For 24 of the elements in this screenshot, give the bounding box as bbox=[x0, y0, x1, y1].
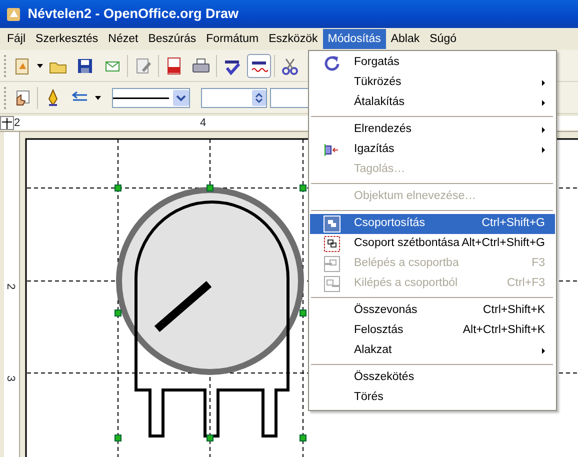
menu-item[interactable]: Fájl bbox=[2, 29, 31, 49]
menu-item[interactable]: Alakzat bbox=[310, 341, 555, 361]
menu-item[interactable]: Szerkesztés bbox=[30, 29, 104, 49]
menu-item[interactable]: Súgó bbox=[424, 29, 462, 49]
menu-item[interactable]: Csoport szétbontása Alt+Ctrl+Shift+G bbox=[310, 234, 555, 254]
ruler-label: 3 bbox=[4, 375, 16, 382]
menu-item[interactable]: Beszúrás bbox=[143, 29, 202, 49]
ruler-label: 4 bbox=[200, 116, 206, 130]
menu-item[interactable]: Törés bbox=[310, 388, 555, 408]
ruler-label: 2 bbox=[4, 283, 16, 290]
menu-item[interactable]: Elrendezés bbox=[310, 120, 555, 140]
menu-item[interactable]: Módosítás bbox=[322, 29, 386, 49]
window-title: Névtelen2 - OpenOffice.org Draw bbox=[28, 4, 239, 23]
menu-item[interactable]: Tükrözés bbox=[310, 73, 555, 93]
menu-item[interactable]: Formátum bbox=[201, 29, 264, 49]
menu-item[interactable]: Nézet bbox=[103, 29, 144, 49]
menu-item[interactable]: Igazítás bbox=[310, 140, 555, 160]
menu-item[interactable]: Csoportosítás Ctrl+Shift+G bbox=[310, 214, 555, 234]
menu-item[interactable]: Összevonás Ctrl+Shift+K bbox=[310, 301, 555, 321]
ruler-label: 2 bbox=[14, 116, 20, 130]
menu-item[interactable]: Ablak bbox=[386, 29, 425, 49]
menu-item[interactable]: Felosztás Alt+Ctrl+Shift+K bbox=[310, 321, 555, 341]
menu-item[interactable]: Összekötés bbox=[310, 368, 555, 388]
menu-item[interactable]: Eszközök bbox=[264, 29, 323, 49]
